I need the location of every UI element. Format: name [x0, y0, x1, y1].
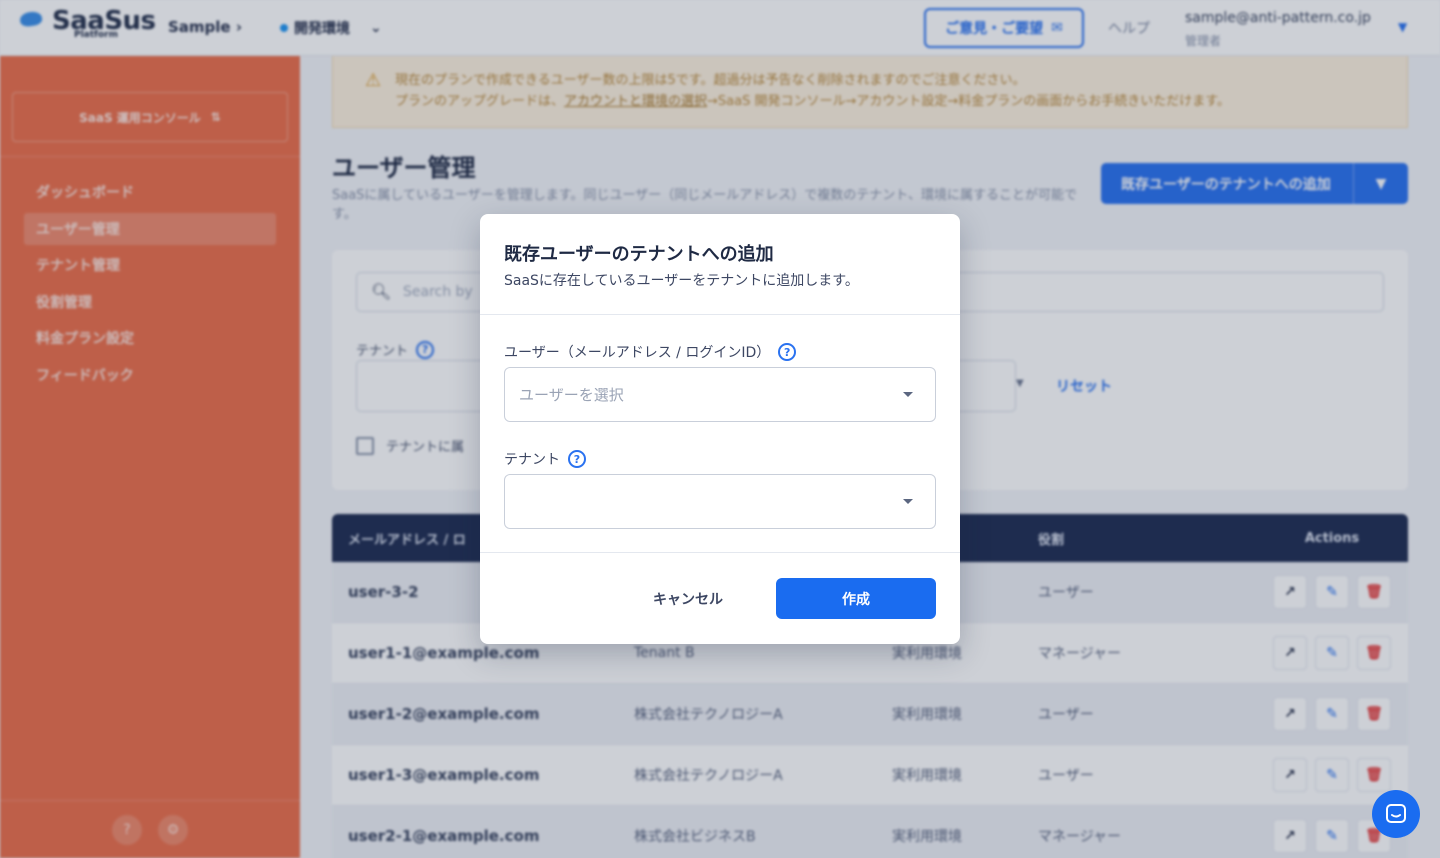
user-field-label: ユーザー（メールアドレス / ログインID） ? — [504, 342, 797, 362]
chat-launcher[interactable] — [1372, 790, 1420, 838]
add-existing-user-dialog: 既存ユーザーのテナントへの追加 SaaSに存在しているユーザーをテナントに追加し… — [480, 214, 960, 644]
tenant-select[interactable] — [504, 474, 936, 529]
tenant-field-label-text: テナント — [504, 452, 560, 468]
user-field-label-text: ユーザー（メールアドレス / ログインID） — [504, 345, 771, 361]
create-button[interactable]: 作成 — [776, 578, 936, 619]
tenant-field-label: テナント ? — [504, 449, 586, 469]
dialog-footer-divider — [480, 552, 960, 553]
dialog-subtitle: SaaSに存在しているユーザーをテナントに追加します。 — [504, 273, 859, 289]
user-select-placeholder: ユーザーを選択 — [519, 386, 624, 404]
caret-down-icon[interactable] — [903, 499, 913, 504]
question-circle-icon[interactable]: ? — [568, 450, 586, 468]
chat-icon — [1386, 804, 1406, 823]
cancel-button[interactable]: キャンセル — [630, 579, 746, 619]
dialog-title: 既存ユーザーのテナントへの追加 — [504, 244, 774, 265]
question-circle-icon[interactable]: ? — [778, 343, 797, 361]
dialog-header-divider — [480, 314, 960, 315]
user-select[interactable]: ユーザーを選択 — [504, 367, 936, 422]
caret-down-icon[interactable] — [903, 392, 913, 397]
